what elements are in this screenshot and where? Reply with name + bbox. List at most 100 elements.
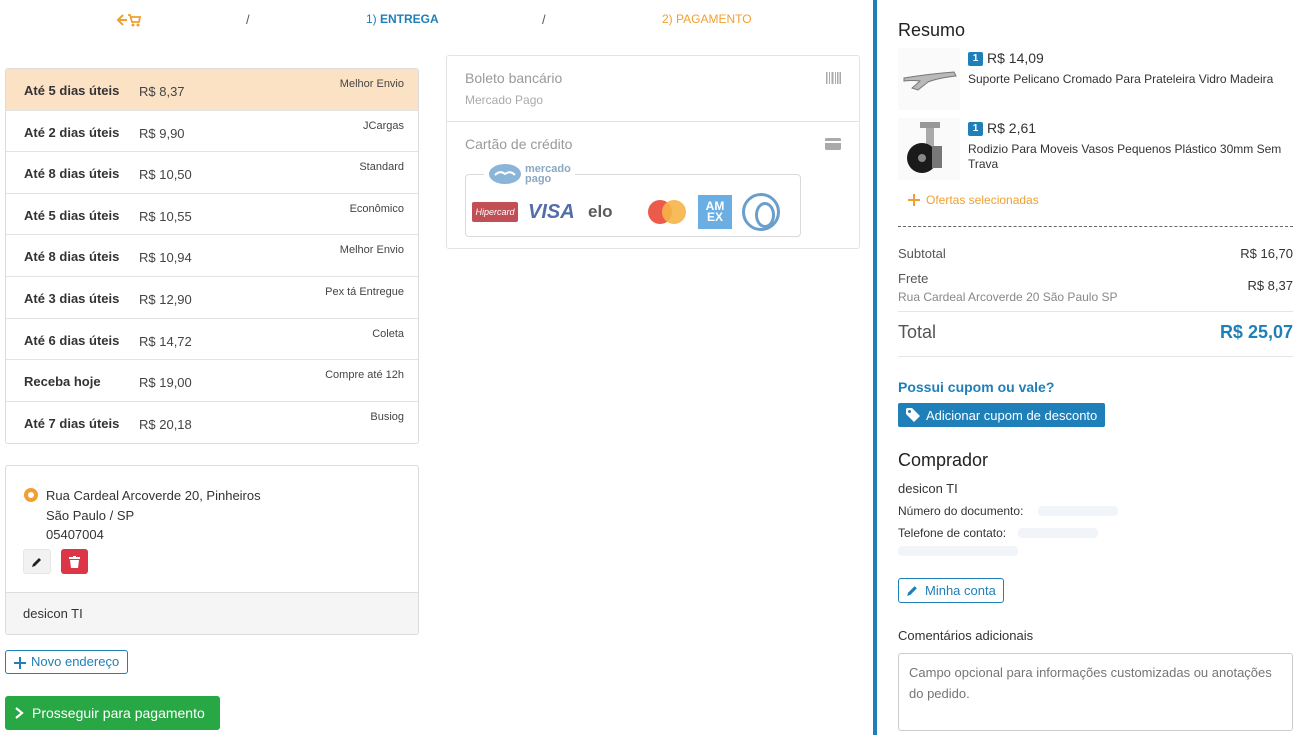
add-coupon-label: Adicionar cupom de desconto — [926, 407, 1098, 423]
mercado-pago-text-2: pago — [525, 173, 552, 185]
mercado-pago-logo: mercado pago — [484, 163, 575, 185]
delete-address-button[interactable] — [61, 549, 88, 574]
quantity-badge: 1 — [968, 122, 983, 136]
shipping-carrier: Melhor Envio — [339, 244, 404, 257]
mastercard-logo — [648, 200, 688, 224]
shipping-price: R$ 19,00 — [139, 375, 192, 391]
payment-option-credit-card[interactable]: Cartão de crédito mercado pago Hipercard — [447, 122, 859, 248]
comments-label: Comentários adicionais — [898, 628, 1034, 643]
edit-address-button[interactable] — [23, 549, 51, 574]
chevron-right-icon — [15, 707, 24, 719]
shipping-option[interactable]: Até 5 dias úteis R$ 8,37 Melhor Envio — [6, 69, 418, 111]
product-price: R$ 14,09 — [987, 50, 1044, 66]
frete-label: Frete — [898, 271, 929, 286]
product-price: R$ 2,61 — [987, 120, 1037, 136]
shipping-option[interactable]: Até 8 dias úteis R$ 10,94 Melhor Envio — [6, 235, 418, 277]
shipping-price: R$ 10,94 — [139, 250, 192, 266]
address-line-zip: 05407004 — [46, 527, 104, 542]
trash-icon — [69, 555, 80, 568]
shipping-carrier: Melhor Envio — [339, 78, 404, 90]
total-label: Total — [898, 322, 937, 342]
comments-textarea[interactable] — [898, 653, 1293, 731]
summary-title: Resumo — [898, 20, 966, 40]
product-name: Suporte Pelicano Cromado Para Prateleira… — [968, 72, 1274, 86]
amex-logo: AM EX — [698, 195, 732, 229]
address-recipient: desicon TI — [6, 592, 418, 634]
shipping-option[interactable]: Até 2 dias úteis R$ 9,90 JCargas — [6, 111, 418, 153]
shipping-days: Até 7 dias úteis — [24, 415, 120, 431]
card-brands-box: mercado pago Hipercard VISA elo AM EX — [465, 163, 801, 237]
shipping-option[interactable]: Até 7 dias úteis R$ 20,18 Busiog — [6, 402, 418, 444]
back-to-cart-icon[interactable] — [115, 12, 142, 31]
divider — [898, 226, 1293, 227]
shipping-option[interactable]: Até 8 dias úteis R$ 10,50 Standard — [6, 152, 418, 194]
step-entrega-number: 1) — [366, 12, 377, 26]
redacted-value — [1038, 506, 1118, 516]
plus-icon — [14, 657, 26, 669]
product-name: Rodizio Para Moveis Vasos Pequenos Plást… — [968, 142, 1282, 171]
new-address-button[interactable]: Novo endereço — [5, 650, 129, 674]
divider — [898, 311, 1293, 312]
add-coupon-button[interactable]: Adicionar cupom de desconto — [898, 403, 1106, 427]
shipping-option[interactable]: Até 3 dias úteis R$ 12,90 Pex tá Entregu… — [6, 277, 418, 319]
divider — [898, 356, 1293, 357]
visa-logo: VISA — [528, 200, 575, 223]
amex-text-2: EX — [706, 210, 723, 224]
shipping-carrier: Econômico — [349, 202, 404, 215]
address-radio[interactable] — [24, 488, 38, 502]
shipping-carrier: Compre até 12h — [325, 369, 404, 382]
phone-label: Telefone de contato: — [898, 526, 1007, 540]
credit-card-icon — [825, 138, 841, 153]
shipping-days: Até 2 dias úteis — [24, 124, 120, 140]
frete-value: R$ 8,37 — [1247, 278, 1293, 293]
proceed-to-payment-button[interactable]: Prosseguir para pagamento — [5, 696, 220, 730]
shipping-days: Até 5 dias úteis — [24, 207, 120, 223]
selected-offers-label: Ofertas selecionadas — [926, 193, 1039, 207]
address-card: Rua Cardeal Arcoverde 20, Pinheiros São … — [5, 465, 419, 635]
shipping-price: R$ 20,18 — [139, 416, 192, 432]
shipping-option[interactable]: Até 5 dias úteis R$ 10,55 Econômico — [6, 194, 418, 236]
frete-address: Rua Cardeal Arcoverde 20 São Paulo SP — [898, 290, 1118, 304]
pencil-icon — [907, 586, 917, 596]
tag-icon — [906, 408, 920, 422]
my-account-label: Minha conta — [925, 583, 996, 598]
address-line-city: São Paulo / SP — [46, 507, 135, 523]
credit-card-title: Cartão de crédito — [465, 136, 573, 152]
shipping-option[interactable]: Até 6 dias úteis R$ 14,72 Coleta — [6, 319, 418, 361]
shipping-days: Até 3 dias úteis — [24, 290, 120, 306]
shipping-options-list: Até 5 dias úteis R$ 8,37 Melhor Envio At… — [5, 68, 419, 445]
shipping-option[interactable]: Receba hoje R$ 19,00 Compre até 12h — [6, 360, 418, 402]
subtotal-label: Subtotal — [898, 246, 946, 261]
shipping-price: R$ 8,37 — [139, 84, 185, 99]
shipping-price: R$ 12,90 — [139, 291, 192, 307]
shipping-carrier: Standard — [359, 161, 404, 174]
step-pagamento-label: PAGAMENTO — [676, 12, 752, 26]
order-summary-sidebar: Resumo 1 R$ 14,09 Suporte Pelicano Croma… — [873, 0, 1310, 735]
hipercard-logo: Hipercard — [472, 202, 518, 222]
shipping-price: R$ 14,72 — [139, 333, 192, 349]
product-image — [898, 48, 960, 110]
shipping-price: R$ 9,90 — [139, 125, 185, 141]
pencil-icon — [32, 557, 41, 567]
buyer-name: desicon TI — [898, 481, 958, 496]
new-address-label: Novo endereço — [31, 654, 120, 669]
address-line-street: Rua Cardeal Arcoverde 20, Pinheiros — [46, 488, 261, 503]
redacted-value — [1018, 528, 1098, 538]
my-account-button[interactable]: Minha conta — [898, 578, 1004, 603]
step-entrega[interactable]: 1) ENTREGA — [366, 12, 439, 26]
shipping-price: R$ 10,55 — [139, 208, 192, 224]
redacted-value — [898, 546, 1018, 556]
shipping-days: Até 5 dias úteis — [24, 83, 120, 98]
quantity-badge: 1 — [968, 52, 983, 66]
subtotal-value: R$ 16,70 — [1240, 246, 1293, 261]
step-pagamento[interactable]: 2) PAGAMENTO — [662, 12, 752, 26]
elo-logo: elo — [588, 202, 613, 221]
step-separator: / — [542, 12, 546, 27]
payment-option-boleto[interactable]: Boleto bancário Mercado Pago — [447, 56, 859, 122]
card-brands-row: Hipercard VISA elo AM EX — [472, 193, 780, 231]
product-image — [898, 118, 960, 180]
selected-offers-link[interactable]: Ofertas selecionadas — [908, 193, 1039, 207]
buyer-title: Comprador — [898, 450, 989, 470]
address-text: Rua Cardeal Arcoverde 20, Pinheiros São … — [46, 486, 261, 545]
coupon-question: Possui cupom ou vale? — [898, 379, 1055, 395]
